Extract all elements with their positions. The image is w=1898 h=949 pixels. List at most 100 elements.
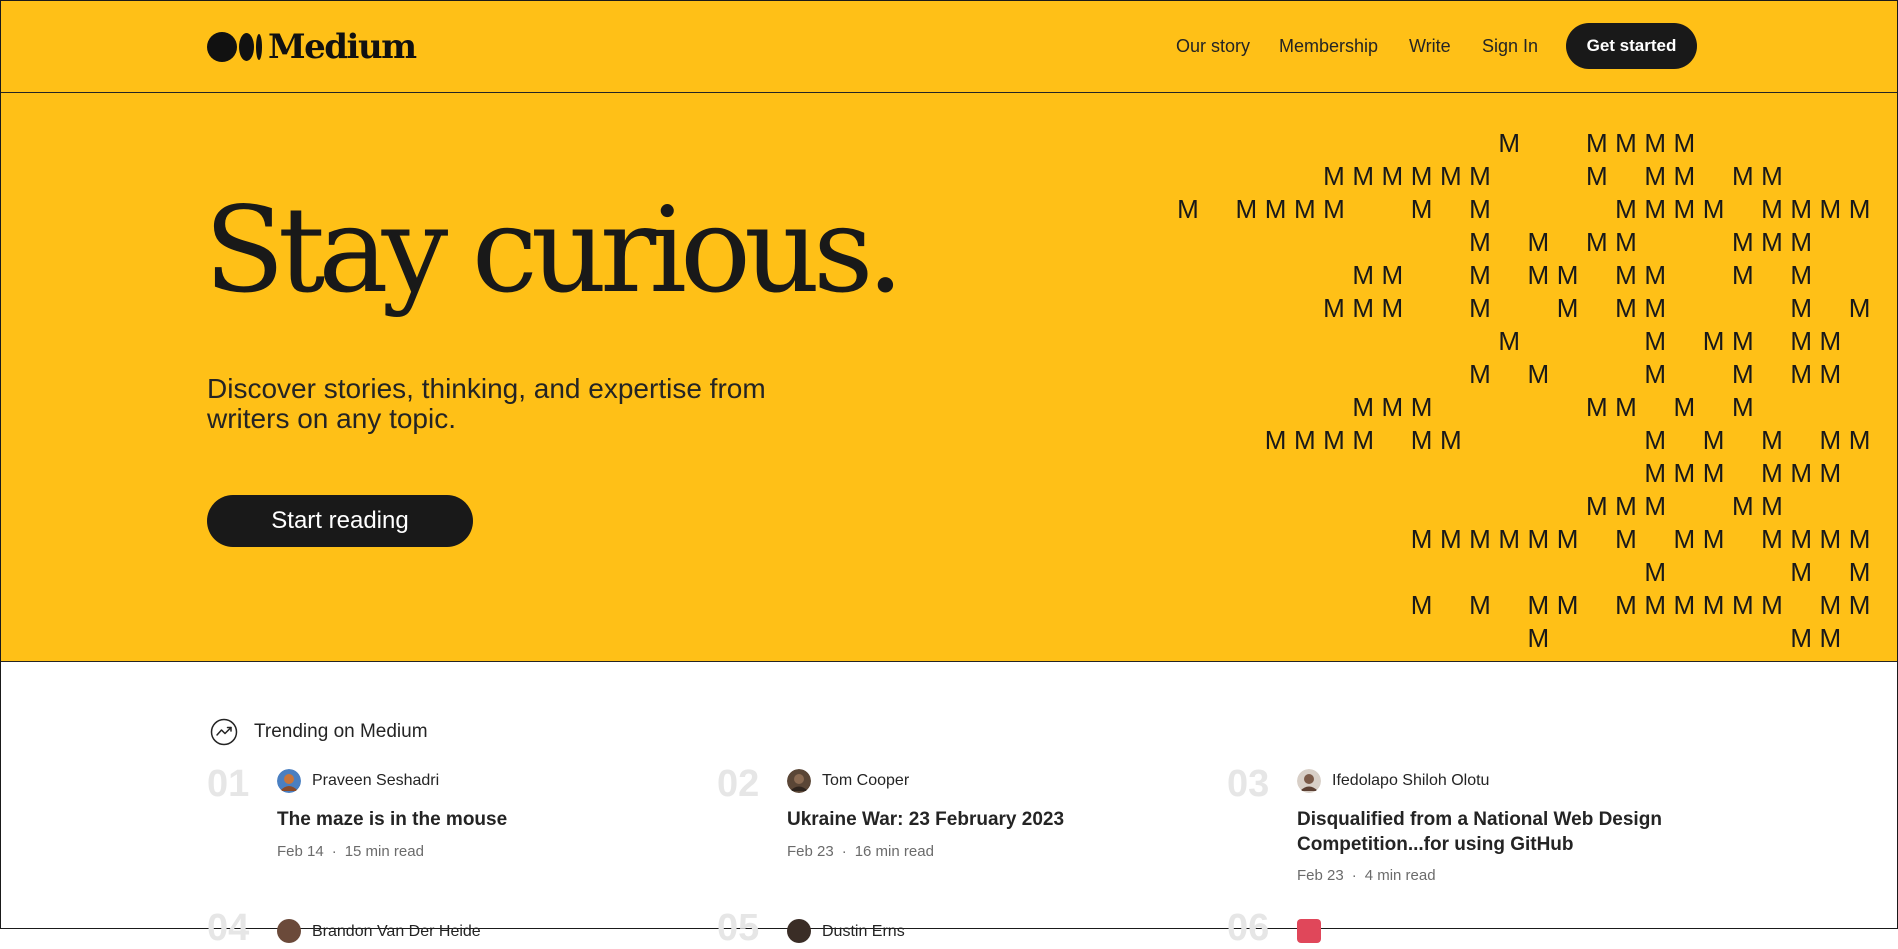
m-pattern-glyph: M <box>1819 458 1842 488</box>
m-pattern-glyph: M <box>1761 458 1783 488</box>
m-pattern-glyph: M <box>1615 392 1637 422</box>
m-pattern-glyph: M <box>1731 326 1754 356</box>
trending-heading: Trending on Medium <box>254 721 428 742</box>
nav-link-sign-in[interactable]: Sign In <box>1482 36 1538 57</box>
nav-link-write[interactable]: Write <box>1409 36 1451 57</box>
m-pattern-glyph: M <box>1819 194 1842 224</box>
m-pattern-glyph: M <box>1469 161 1491 191</box>
m-pattern-glyph: M <box>1673 392 1696 422</box>
m-pattern-glyph: M <box>1644 128 1667 158</box>
m-pattern-glyph: M <box>1644 557 1667 587</box>
m-pattern-glyph: M <box>1644 458 1667 488</box>
author-name: Brandon Van Der Heide <box>312 923 481 940</box>
m-pattern-glyph: M <box>1673 161 1696 191</box>
author-name: Ifedolapo Shiloh Olotu <box>1332 772 1490 789</box>
trending-rank: 02 <box>717 763 760 805</box>
m-pattern-glyph: M <box>1527 590 1550 620</box>
m-pattern-glyph: M <box>1323 293 1345 323</box>
logo-text: Medium <box>268 27 417 67</box>
trending-item[interactable]: 01 Praveen Seshadri The maze is in the m… <box>207 765 687 875</box>
m-pattern-glyph: M <box>1615 293 1637 323</box>
m-pattern-glyph: M <box>1731 359 1754 389</box>
hero-subtitle: Discover stories, thinking, and expertis… <box>207 373 766 434</box>
m-pattern-glyph: M <box>1819 590 1842 620</box>
m-pattern-glyph: M <box>1761 161 1783 191</box>
trending-title[interactable]: The maze is in the mouse <box>277 807 697 832</box>
m-pattern-glyph: M <box>1761 425 1783 455</box>
m-pattern-glyph: M <box>1410 524 1433 554</box>
m-pattern-glyph: M <box>1702 194 1725 224</box>
post-date: Feb 23 <box>787 843 834 860</box>
m-pattern-glyph: M <box>1585 491 1608 521</box>
m-pattern-glyph: M <box>1790 260 1813 290</box>
m-pattern-glyph: M <box>1644 326 1667 356</box>
m-pattern-glyph: M <box>1644 425 1667 455</box>
m-pattern-glyph: M <box>1790 458 1813 488</box>
m-pattern-glyph: M <box>1469 524 1491 554</box>
m-pattern-glyph: M <box>1848 425 1871 455</box>
m-pattern-glyph: M <box>1615 128 1637 158</box>
m-pattern-glyph: M <box>1264 425 1287 455</box>
trending-rank: 01 <box>207 763 250 805</box>
m-pattern-glyph: M <box>1527 227 1550 257</box>
nav-link-membership[interactable]: Membership <box>1279 36 1378 57</box>
m-pattern-glyph: M <box>1731 227 1754 257</box>
m-pattern-glyph: M <box>1556 293 1579 323</box>
m-pattern-glyph: M <box>1469 194 1491 224</box>
trending-title[interactable]: Disqualified from a National Web Design … <box>1297 807 1717 857</box>
m-pattern-glyph: M <box>1323 161 1345 191</box>
m-pattern-glyph: M <box>1469 359 1491 389</box>
m-pattern-glyph: M <box>1702 524 1725 554</box>
m-pattern-glyph: M <box>1673 458 1696 488</box>
m-pattern-glyph: M <box>1293 425 1316 455</box>
trending-author[interactable]: Ifedolapo Shiloh Olotu <box>1297 769 1489 793</box>
m-pattern-glyph: M <box>1410 392 1433 422</box>
m-pattern-glyph: M <box>1527 623 1550 653</box>
trending-item[interactable]: 02 Tom Cooper Ukraine War: 23 February 2… <box>717 765 1197 875</box>
m-pattern-glyph: M <box>1352 392 1375 422</box>
m-pattern-glyph: M <box>1410 161 1433 191</box>
m-pattern-glyph: M <box>1761 227 1783 257</box>
m-pattern-glyph: M <box>1352 260 1375 290</box>
author-name: Praveen Seshadri <box>312 772 440 789</box>
start-reading-button[interactable]: Start reading <box>207 495 473 547</box>
m-pattern-glyph: M <box>1439 524 1462 554</box>
m-pattern-glyph: M <box>1264 194 1287 224</box>
author-avatar <box>277 919 301 943</box>
m-pattern-glyph: M <box>1819 425 1842 455</box>
trending-rank: 04 <box>207 907 250 949</box>
trending-meta: Feb 14 · 15 min read <box>277 843 424 860</box>
trending-author[interactable]: Praveen Seshadri <box>277 769 439 793</box>
read-time: 16 min read <box>854 843 934 860</box>
m-pattern-glyph: M <box>1790 293 1813 323</box>
separator-dot: · <box>841 843 847 860</box>
m-pattern-glyph: M <box>1819 326 1842 356</box>
m-pattern-glyph: M <box>1439 425 1462 455</box>
m-pattern-glyph: M <box>1585 392 1608 422</box>
get-started-button[interactable]: Get started <box>1566 23 1697 69</box>
trending-meta: Feb 23 · 4 min read <box>1297 867 1436 884</box>
m-pattern-glyph: M <box>1235 194 1258 224</box>
medium-logo-mark-icon <box>207 32 262 62</box>
trending-rank: 03 <box>1227 763 1270 805</box>
trending-title[interactable]: Ukraine War: 23 February 2023 <box>787 807 1207 832</box>
m-pattern-glyph: M <box>1381 293 1404 323</box>
trending-item[interactable]: 03 Ifedolapo Shiloh Olotu Disqualified f… <box>1227 765 1707 895</box>
m-pattern-glyph: M <box>1819 359 1842 389</box>
m-pattern-glyph: M <box>1410 425 1433 455</box>
m-pattern-glyph: M <box>1615 590 1637 620</box>
nav-link-our-story[interactable]: Our story <box>1176 36 1250 57</box>
medium-logo[interactable]: Medium <box>207 27 417 67</box>
read-time: 4 min read <box>1364 867 1436 884</box>
trending-author[interactable]: Tom Cooper <box>787 769 909 793</box>
m-pattern-glyph: M <box>1644 590 1667 620</box>
m-pattern-glyph: M <box>1177 194 1199 224</box>
m-pattern-glyph: M <box>1790 326 1813 356</box>
m-pattern-glyph: M <box>1644 293 1667 323</box>
hero-title: Stay curious. <box>204 181 904 319</box>
m-pattern-glyph: M <box>1410 194 1433 224</box>
author-avatar <box>1297 769 1321 793</box>
m-pattern-glyph: M <box>1644 359 1667 389</box>
m-pattern-glyph: M <box>1731 260 1754 290</box>
m-pattern-glyph: M <box>1352 425 1375 455</box>
